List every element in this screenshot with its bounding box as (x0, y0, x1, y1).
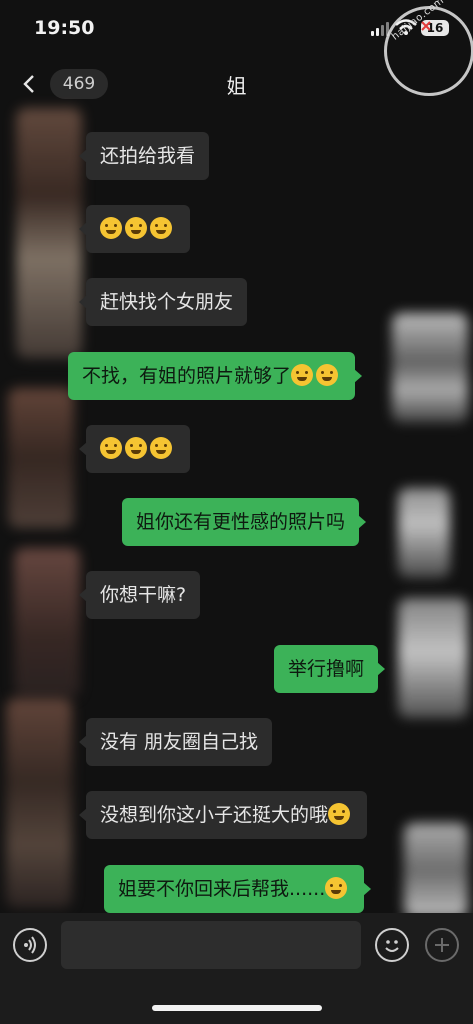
smiley-icon (385, 940, 399, 952)
message-text: 没有 朋友圈自己找 (100, 731, 259, 753)
message-bubble-incoming[interactable] (79, 425, 190, 473)
message-bubble-incoming[interactable]: 没想到你这小子还挺大的哦 (78, 791, 368, 839)
plus-icon (435, 938, 449, 952)
clock-time: 19:50 (34, 17, 95, 39)
my-avatar[interactable] (404, 823, 468, 918)
laughing-crying-emoji-icon (100, 217, 122, 239)
yawn-emoji-icon (328, 803, 351, 825)
message-text: 举行撸啊 (288, 658, 365, 680)
message-text-field[interactable] (61, 921, 361, 969)
message-text: 你想干嘛? (100, 584, 187, 606)
yawn-emoji-icon (316, 364, 339, 386)
contact-avatar[interactable] (8, 388, 74, 528)
shocked-emoji-icon (100, 437, 122, 459)
message-text: 姐你还有更性感的照片吗 (136, 511, 346, 533)
message-text: 没想到你这小子还挺大的哦 (100, 804, 329, 826)
chat-title: 姐 (226, 74, 247, 98)
my-avatar[interactable] (398, 488, 450, 578)
message-input-bar (0, 913, 473, 1024)
message-bubble-incoming[interactable]: 还拍给我看 (78, 132, 210, 180)
shocked-emoji-icon (150, 437, 172, 459)
message-text: 赶快找个女朋友 (100, 291, 234, 313)
laughing-crying-emoji-icon (150, 217, 172, 239)
contact-avatar[interactable] (6, 698, 72, 908)
message-bubble-outgoing[interactable]: 姐你还有更性感的照片吗 (122, 498, 367, 546)
contact-avatar[interactable] (16, 108, 82, 358)
shocked-emoji-icon (125, 437, 147, 459)
more-actions-button[interactable] (425, 928, 459, 962)
blush-emoji-icon (325, 877, 348, 899)
chat-header: 469 姐 (0, 58, 473, 108)
my-avatar[interactable] (398, 598, 468, 718)
message-bubble-outgoing[interactable]: 举行撸啊 (274, 645, 386, 693)
my-avatar[interactable] (392, 313, 468, 423)
message-bubble-incoming[interactable] (79, 205, 190, 253)
message-text: 还拍给我看 (100, 145, 196, 167)
microphone-waves-icon (24, 936, 36, 954)
message-bubble-incoming[interactable]: 赶快找个女朋友 (78, 278, 248, 326)
status-bar: 19:50 16 haijiao.com (0, 0, 473, 96)
yawn-emoji-icon (291, 364, 314, 386)
message-bubble-incoming[interactable]: 没有 朋友圈自己找 (78, 718, 273, 766)
emoji-picker-button[interactable] (375, 928, 409, 962)
message-text: 姐要不你回来后帮我...... (118, 878, 326, 900)
message-bubble-outgoing[interactable]: 姐要不你回来后帮我...... (104, 865, 372, 913)
message-list[interactable]: 还拍给我看 赶快找个女朋友 不找，有姐的照片就够了 姐你还有更性感的照片吗 你想… (0, 108, 473, 918)
home-indicator[interactable] (152, 1005, 322, 1011)
message-bubble-outgoing[interactable]: 不找，有姐的照片就够了 (68, 352, 363, 400)
contact-avatar[interactable] (14, 548, 80, 698)
voice-input-button[interactable] (13, 928, 47, 962)
laughing-crying-emoji-icon (125, 217, 147, 239)
message-bubble-incoming[interactable]: 你想干嘛? (78, 571, 201, 619)
message-text: 不找，有姐的照片就够了 (82, 365, 292, 387)
